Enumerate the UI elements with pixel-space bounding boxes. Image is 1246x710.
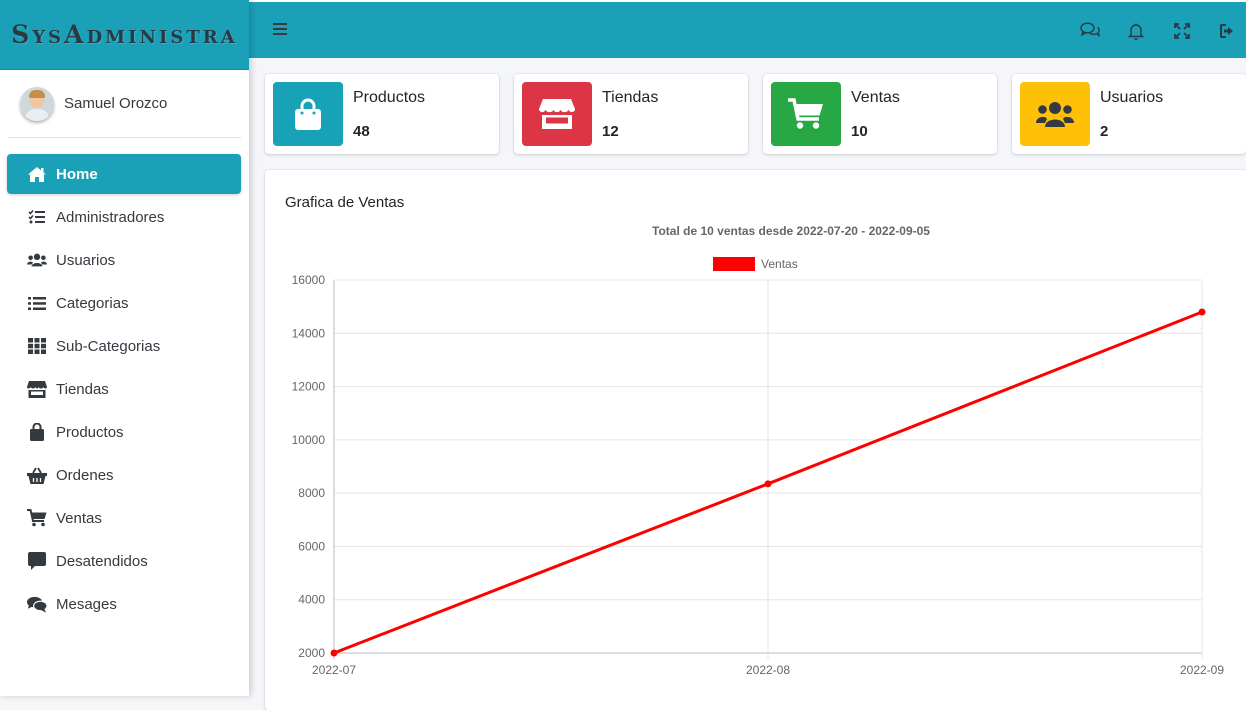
menu-icon[interactable] [273,22,287,40]
user-name: Samuel Orozco [64,95,168,112]
stat-box-productos[interactable]: Productos 48 [265,74,499,154]
chat-icon[interactable] [1080,21,1101,41]
sidebar-item-productos[interactable]: Productos [7,412,241,452]
sales-chart-card: Grafica de Ventas Total de 10 ventas des… [265,170,1246,710]
users-icon [27,251,47,269]
sidebar-item-label: Home [56,165,98,183]
y-tick-label: 16000 [292,273,326,287]
stat-value: 12 [602,123,619,140]
users-icon [1020,82,1090,146]
y-tick-label: 8000 [298,486,325,500]
sidebar-item-categorias[interactable]: Categorias [7,283,241,323]
sales-line-chart: Total de 10 ventas desde 2022-07-20 - 20… [292,224,1225,677]
x-tick-label: 2022-08 [746,663,790,677]
shopping-bag-icon [273,82,343,146]
store-icon [522,82,592,146]
stat-label: Tiendas [602,89,659,106]
shopping-bag-icon [27,423,47,441]
bell-icon[interactable] [1126,21,1146,41]
sidebar-item-label: Sub-Categorias [56,337,161,355]
sidebar-item-mesages[interactable]: Mesages [7,584,241,624]
x-tick-label: 2022-07 [312,663,356,677]
store-icon [27,380,47,398]
brand-name: SysAdministra [11,20,238,49]
stat-label: Usuarios [1100,89,1164,106]
sidebar-item-label: Categorias [56,294,129,312]
comment-icon [27,552,47,570]
data-point [330,649,338,657]
y-tick-label: 4000 [298,593,325,607]
chart-title: Total de 10 ventas desde 2022-07-20 - 20… [652,224,930,238]
stat-value: 2 [1100,123,1109,140]
sidebar-nav: Home Administradores Usuarios Categorias… [0,154,249,624]
stat-label: Ventas [851,89,900,106]
legend-label: Ventas [761,257,798,271]
user-panel[interactable]: Samuel Orozco [8,70,241,138]
sidebar-item-ventas[interactable]: Ventas [7,498,241,538]
sidebar-item-label: Usuarios [56,251,116,269]
sidebar-item-label: Desatendidos [56,552,148,570]
top-navbar [249,0,1246,58]
stat-box-ventas[interactable]: Ventas 10 [763,74,997,154]
sidebar-item-ordenes[interactable]: Ordenes [7,455,241,495]
home-icon [27,165,47,183]
y-tick-label: 2000 [298,646,325,660]
cart-icon [27,509,47,527]
data-point [1198,308,1206,316]
sidebar-item-desatendidos[interactable]: Desatendidos [7,541,241,581]
sidebar-item-tiendas[interactable]: Tiendas [7,369,241,409]
sidebar-item-sub-categorias[interactable]: Sub-Categorias [7,326,241,366]
sidebar-item-label: Mesages [56,595,117,613]
list-icon [27,294,47,312]
grid-icon [27,337,47,355]
brand-logo[interactable]: SysAdministra [0,0,249,70]
data-point [764,480,772,488]
stat-label: Productos [353,89,426,106]
sidebar-item-usuarios[interactable]: Usuarios [7,240,241,280]
top-icons [1080,21,1238,41]
y-tick-label: 12000 [292,380,326,394]
sidebar-item-label: Ventas [56,509,102,527]
basket-icon [27,466,47,484]
stat-value: 10 [851,123,868,140]
y-tick-label: 6000 [298,539,325,553]
sidebar-item-label: Tiendas [56,380,109,398]
sidebar-item-label: Ordenes [56,466,114,484]
x-tick-label: 2022-09 [1180,663,1224,677]
stat-box-tiendas[interactable]: Tiendas 12 [514,74,748,154]
stat-value: 48 [353,123,370,140]
sidebar-item-label: Administradores [56,208,165,226]
stat-box-usuarios[interactable]: Usuarios 2 [1012,74,1246,154]
sidebar-item-administradores[interactable]: Administradores [7,197,241,237]
legend-swatch [713,257,755,271]
sidebar-item-home[interactable]: Home [7,154,241,194]
logout-icon[interactable] [1218,21,1238,41]
y-tick-label: 10000 [292,433,326,447]
expand-icon[interactable] [1172,21,1192,41]
y-tick-label: 14000 [292,326,326,340]
tasks-icon [27,208,47,226]
cart-icon [771,82,841,146]
sidebar-item-label: Productos [56,423,124,441]
avatar [20,86,54,121]
sidebar: SysAdministra Samuel Orozco Home Adminis… [0,0,249,696]
comments-icon [27,595,47,613]
